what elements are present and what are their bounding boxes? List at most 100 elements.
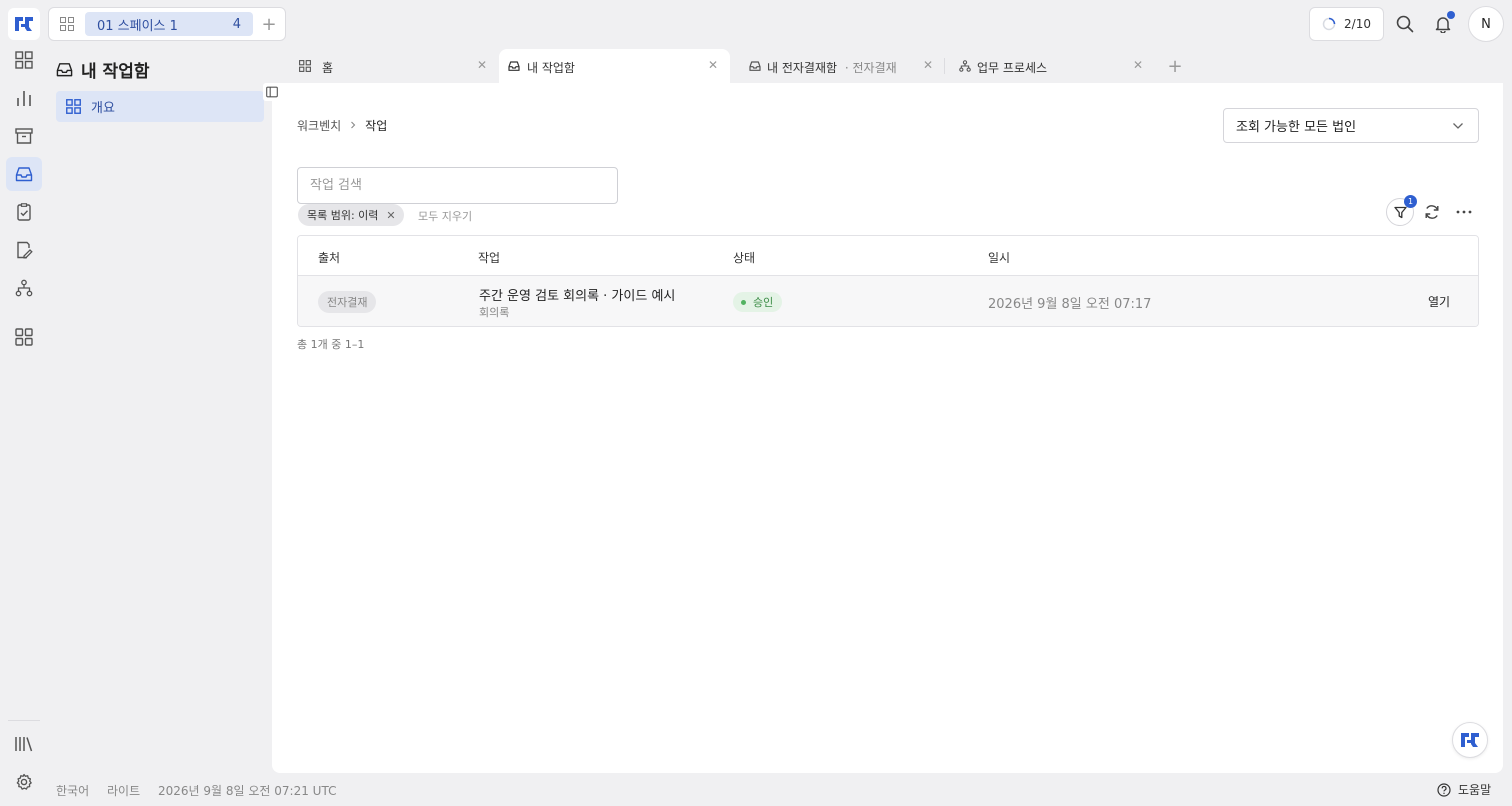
inbox-icon [749,61,761,71]
grid-icon [299,60,311,72]
chevron-right-icon [351,121,356,129]
status-label: 승인 [753,296,774,309]
grid-icon [66,99,81,114]
tab-process[interactable]: 업무 프로세스 ✕ [945,49,1155,83]
rail-apps[interactable] [6,320,42,354]
grid-icon [15,51,33,69]
language-switch[interactable]: 한국어 [56,782,89,799]
theme-switch[interactable]: 라이트 [107,782,140,799]
rail-process[interactable] [6,271,42,305]
column-header-datetime[interactable]: 일시 [988,249,1010,266]
help-link[interactable]: 도움말 [1437,781,1491,798]
space-name: 01 스페이스 1 [97,18,178,34]
rail-archive[interactable] [6,119,42,153]
edit-doc-icon [17,241,33,259]
brand-logo[interactable] [8,8,40,40]
breadcrumb: 워크벤치 작업 [297,117,387,133]
breadcrumb-workbench[interactable]: 워크벤치 [297,117,341,134]
close-icon[interactable]: ✕ [923,58,933,72]
rail-analytics[interactable] [6,81,42,115]
space-switcher[interactable]: 01 스페이스 1 4 + [48,7,286,41]
task-table: 출처 작업 상태 일시 전자결재 주간 운영 검토 회의록 · 가이드 예시 회… [297,235,1479,327]
progress-indicator[interactable]: 2/10 [1309,7,1384,41]
filter-count-badge: 1 [1404,195,1417,208]
tab-home[interactable]: 홈 ✕ [272,49,499,83]
panel-title: 내 작업함 [56,58,150,82]
rail-tasks[interactable] [6,195,42,229]
table-row[interactable]: 전자결재 주간 운영 검토 회의록 · 가이드 예시 회의록 승인 2026년 … [298,276,1478,326]
add-tab-button[interactable]: + [1164,55,1186,77]
avatar[interactable]: N [1468,6,1504,42]
add-space-button[interactable]: + [253,14,285,35]
search-button[interactable] [1392,11,1418,37]
breadcrumb-current: 작업 [365,118,388,133]
checklist-icon [17,203,31,221]
settings-icon [16,773,32,790]
nav-item-overview[interactable]: 개요 [56,91,264,122]
inbox-icon [56,62,73,76]
more-horizontal-icon [1456,210,1472,214]
rail-dashboard[interactable] [6,43,42,77]
tab-suffix: · 전자결재 [844,61,897,75]
tab-label: 업무 프로세스 [977,61,1048,75]
spinner-icon [1322,17,1336,31]
nav-item-label: 개요 [91,101,115,116]
rail-divider [8,720,40,721]
chevron-down-icon [1453,122,1463,129]
tab-my-tasks[interactable]: 내 작업함 ✕ [499,49,730,83]
space-count: 4 [232,16,241,32]
refresh-button[interactable] [1422,202,1442,222]
chart-icon [17,91,31,106]
tab-label: 홈 [322,61,334,75]
sidebar-toggle-icon [266,86,278,98]
panel-title-text: 내 작업함 [81,61,150,82]
task-search-input[interactable] [297,167,618,204]
close-icon[interactable]: ✕ [386,209,395,222]
filter-chip-label: 목록 범위: 이력 [307,209,379,222]
column-header-source[interactable]: 출처 [318,249,340,266]
help-icon [1437,782,1451,797]
status-badge: 승인 [733,292,783,312]
close-icon[interactable]: ✕ [477,58,487,72]
rail-settings[interactable] [6,765,42,799]
column-header-task[interactable]: 작업 [478,249,500,266]
close-icon[interactable]: ✕ [708,58,718,72]
brand-logo-icon [15,17,33,31]
archive-icon [15,128,33,144]
close-icon[interactable]: ✕ [1133,58,1143,72]
task-title[interactable]: 주간 운영 검토 회의록 · 가이드 예시 [479,285,675,304]
tab-approvals[interactable]: 내 전자결재함 · 전자결재 ✕ [730,49,945,83]
collapse-sidebar-button[interactable] [263,83,281,101]
status-dot [741,299,746,305]
open-button[interactable]: 열기 [1428,293,1450,310]
inbox-icon [15,167,33,182]
filter-icon [1393,206,1407,218]
assistant-button[interactable] [1452,722,1488,758]
search-icon [1396,15,1414,33]
source-badge: 전자결재 [318,291,377,313]
brand-logo-icon [1461,733,1479,747]
footer-clock: 2026년 9월 8일 오전 07:21 UTC [158,784,337,798]
avatar-initial: N [1481,16,1491,32]
filter-chip[interactable]: 목록 범위: 이력 ✕ [298,204,404,226]
task-datetime: 2026년 9월 8일 오전 07:17 [988,297,1152,312]
rail-library[interactable] [6,727,42,761]
rail-documents[interactable] [6,233,42,267]
more-options-button[interactable] [1454,202,1474,222]
entity-select[interactable]: 조회 가능한 모든 법인 [1223,108,1479,143]
tab-label: 내 전자결재함 [767,61,838,75]
column-header-status[interactable]: 상태 [733,249,755,266]
help-label: 도움말 [1458,783,1492,797]
org-chart-icon [959,60,971,72]
notification-dot [1447,11,1455,19]
org-chart-icon [15,279,33,297]
apps-icon [15,328,33,346]
tab-label: 내 작업함 [527,61,575,75]
pagination-summary: 총 1개 중 1–1 [297,338,365,351]
rail-inbox[interactable] [6,157,42,191]
space-chip[interactable]: 01 스페이스 1 4 [85,12,253,36]
refresh-icon [1425,205,1439,219]
grid-icon[interactable] [49,17,85,31]
task-subtitle: 회의록 [479,306,510,319]
clear-filters-button[interactable]: 모두 지우기 [418,208,472,224]
